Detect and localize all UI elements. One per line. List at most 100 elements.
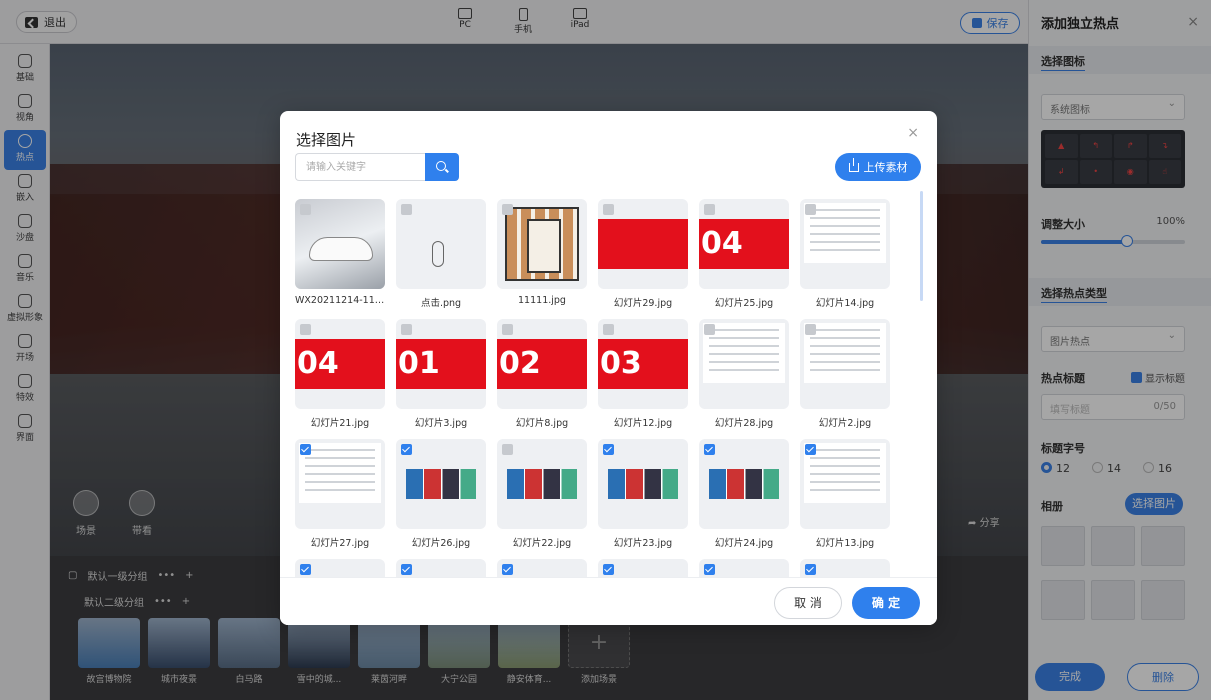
image-checkbox[interactable] <box>603 444 614 455</box>
image-filename: 幻灯片21.jpg <box>310 418 370 429</box>
image-checkbox[interactable] <box>603 324 614 335</box>
image-tile[interactable]: 04 幻灯片21.jpg <box>295 319 385 429</box>
grid-scrollbar[interactable] <box>920 191 923 301</box>
image-tile[interactable] <box>699 559 789 577</box>
image-checkbox[interactable] <box>401 324 412 335</box>
image-filename: 幻灯片23.jpg <box>613 538 673 549</box>
image-checkbox[interactable] <box>300 204 311 215</box>
image-thumbnail <box>800 319 890 409</box>
image-tile[interactable] <box>800 559 890 577</box>
image-thumbnail <box>598 199 688 289</box>
upload-icon <box>848 157 859 172</box>
search-button[interactable] <box>425 153 459 181</box>
image-checkbox[interactable] <box>502 204 513 215</box>
image-tile[interactable]: WX20211214-113... <box>295 199 385 306</box>
image-tile[interactable]: 幻灯片22.jpg <box>497 439 587 549</box>
image-thumbnail <box>800 199 890 289</box>
thumbnail-art <box>299 443 381 503</box>
thumbnail-art: 04 <box>295 339 385 389</box>
image-checkbox[interactable] <box>401 204 412 215</box>
image-tile[interactable]: 幻灯片24.jpg <box>699 439 789 549</box>
image-thumbnail <box>295 559 385 577</box>
image-tile[interactable] <box>396 559 486 577</box>
dialog-close-icon[interactable]: × <box>907 125 919 141</box>
thumbnail-art <box>432 241 444 267</box>
image-checkbox[interactable] <box>805 324 816 335</box>
image-tile[interactable]: 01 幻灯片3.jpg <box>396 319 486 429</box>
image-filename: 幻灯片26.jpg <box>411 538 471 549</box>
image-checkbox[interactable] <box>603 564 614 575</box>
image-thumbnail: 04 <box>295 319 385 409</box>
image-filename: 幻灯片14.jpg <box>815 298 875 309</box>
image-thumbnail <box>699 559 789 577</box>
image-tile[interactable] <box>598 559 688 577</box>
image-checkbox[interactable] <box>805 564 816 575</box>
image-checkbox[interactable] <box>300 564 311 575</box>
thumbnail-art <box>804 323 886 383</box>
thumbnail-art <box>507 469 577 499</box>
image-thumbnail: 04 <box>699 199 789 289</box>
thumbnail-art: 04 <box>699 219 789 269</box>
image-filename: 幻灯片2.jpg <box>818 418 872 429</box>
image-filename: 点击.png <box>420 298 462 309</box>
image-tile[interactable]: 点击.png <box>396 199 486 309</box>
image-tile[interactable] <box>497 559 587 577</box>
image-checkbox[interactable] <box>704 564 715 575</box>
image-filename: 11111.jpg <box>518 295 566 306</box>
thumbnail-art <box>406 469 476 499</box>
image-checkbox[interactable] <box>603 204 614 215</box>
image-thumbnail <box>396 559 486 577</box>
image-checkbox[interactable] <box>300 324 311 335</box>
search-input[interactable] <box>295 153 425 181</box>
select-image-dialog: 选择图片 × 上传素材 WX20211214-113... 点击.png 11111… <box>280 111 937 625</box>
image-checkbox[interactable] <box>704 324 715 335</box>
image-checkbox[interactable] <box>300 444 311 455</box>
image-tile[interactable] <box>295 559 385 577</box>
upload-button[interactable]: 上传素材 <box>835 153 921 181</box>
image-thumbnail <box>699 439 789 529</box>
image-checkbox[interactable] <box>401 564 412 575</box>
image-checkbox[interactable] <box>502 324 513 335</box>
image-thumbnail <box>497 559 587 577</box>
image-thumbnail <box>396 439 486 529</box>
image-filename: 幻灯片8.jpg <box>515 418 569 429</box>
image-tile[interactable]: 幻灯片14.jpg <box>800 199 890 309</box>
image-filename: 幻灯片12.jpg <box>613 418 673 429</box>
cancel-button[interactable]: 取 消 <box>774 587 842 619</box>
image-checkbox[interactable] <box>805 204 816 215</box>
image-checkbox[interactable] <box>704 204 715 215</box>
image-thumbnail <box>497 439 587 529</box>
image-tile[interactable]: 幻灯片2.jpg <box>800 319 890 429</box>
image-tile[interactable]: 幻灯片27.jpg <box>295 439 385 549</box>
image-tile[interactable]: 03 幻灯片12.jpg <box>598 319 688 429</box>
image-tile[interactable]: 幻灯片23.jpg <box>598 439 688 549</box>
thumbnail-art: 03 <box>598 339 688 389</box>
image-checkbox[interactable] <box>502 444 513 455</box>
image-tile[interactable]: 幻灯片28.jpg <box>699 319 789 429</box>
thumbnail-art <box>598 219 688 269</box>
image-thumbnail <box>497 199 587 289</box>
thumbnail-art <box>804 203 886 263</box>
image-tile[interactable]: 11111.jpg <box>497 199 587 306</box>
image-tile[interactable]: 幻灯片13.jpg <box>800 439 890 549</box>
image-tile[interactable]: 幻灯片29.jpg <box>598 199 688 309</box>
image-thumbnail: 03 <box>598 319 688 409</box>
image-checkbox[interactable] <box>805 444 816 455</box>
image-thumbnail <box>396 199 486 289</box>
image-thumbnail <box>699 319 789 409</box>
upload-label: 上传素材 <box>863 161 908 174</box>
image-checkbox[interactable] <box>401 444 412 455</box>
image-checkbox[interactable] <box>704 444 715 455</box>
dialog-footer: 取 消 确 定 <box>280 577 937 625</box>
image-tile[interactable]: 幻灯片26.jpg <box>396 439 486 549</box>
image-thumbnail <box>598 439 688 529</box>
image-filename: 幻灯片29.jpg <box>613 298 673 309</box>
image-thumbnail <box>295 439 385 529</box>
confirm-button[interactable]: 确 定 <box>852 587 920 619</box>
image-tile[interactable]: 04 幻灯片25.jpg <box>699 199 789 309</box>
image-checkbox[interactable] <box>502 564 513 575</box>
image-thumbnail: 02 <box>497 319 587 409</box>
thumbnail-art <box>804 443 886 503</box>
thumbnail-art: 01 <box>396 339 486 389</box>
image-tile[interactable]: 02 幻灯片8.jpg <box>497 319 587 429</box>
